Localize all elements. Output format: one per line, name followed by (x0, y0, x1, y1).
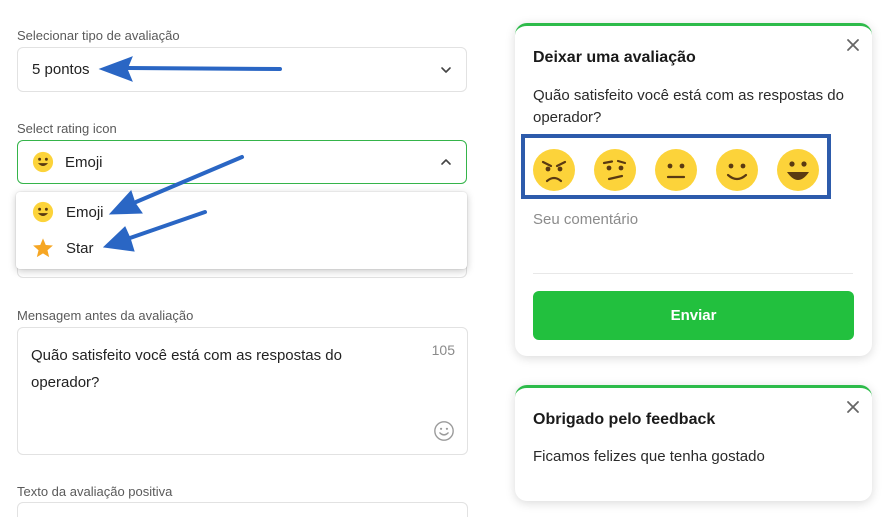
submit-button[interactable]: Enviar (533, 291, 854, 340)
smiling-face-icon[interactable] (715, 148, 759, 192)
rating-card-title: Deixar uma avaliação (533, 49, 696, 66)
comment-input[interactable]: Seu comentário (533, 211, 638, 228)
char-counter: 105 (431, 342, 455, 358)
star-icon (33, 238, 53, 258)
rating-type-label: Selecionar tipo de avaliação (17, 28, 180, 43)
thanks-card-message: Ficamos felizes que tenha gostado (533, 448, 765, 465)
emoji-face-icon (32, 151, 54, 173)
divider (533, 273, 853, 274)
angry-face-icon[interactable] (532, 148, 576, 192)
thanks-card-title: Obrigado pelo feedback (533, 411, 716, 428)
dropdown-option-label: Emoji (66, 203, 104, 221)
positive-text-input[interactable] (17, 502, 468, 517)
grinning-face-icon[interactable] (776, 148, 820, 192)
confused-face-icon[interactable] (593, 148, 637, 192)
rating-card-question: Quão satisfeito você está com as respost… (533, 87, 844, 126)
close-icon[interactable] (846, 38, 860, 52)
emoji-rating-highlight (521, 134, 831, 199)
message-before-textarea[interactable]: Quão satisfeito você está com as respost… (17, 327, 468, 455)
positive-text-label: Texto da avaliação positiva (17, 484, 173, 499)
message-before-text: Quão satisfeito você está com as respost… (31, 347, 342, 391)
dropdown-option-star[interactable]: Star (32, 237, 94, 259)
dropdown-option-emoji[interactable]: Emoji (32, 201, 104, 223)
thanks-preview-card: Obrigado pelo feedback Ficamos felizes q… (515, 385, 872, 501)
chevron-up-icon (441, 159, 451, 165)
dropdown-option-label: Star (66, 239, 94, 257)
rating-icon-value: Emoji (65, 153, 103, 171)
message-before-label: Mensagem antes da avaliação (17, 308, 194, 323)
rating-icon-label: Select rating icon (17, 121, 117, 136)
rating-type-value: 5 pontos (32, 61, 90, 78)
emoji-face-icon (32, 201, 54, 223)
close-icon[interactable] (846, 400, 860, 414)
chevron-down-icon (441, 66, 451, 73)
emoji-picker-icon[interactable] (433, 420, 455, 442)
rating-icon-dropdown: Emoji Star (16, 192, 467, 269)
rating-icon-select[interactable]: Emoji (17, 140, 467, 184)
neutral-face-icon[interactable] (654, 148, 698, 192)
rating-type-select[interactable]: 5 pontos (17, 47, 467, 92)
rating-preview-card: Deixar uma avaliação Quão satisfeito voc… (515, 23, 872, 356)
